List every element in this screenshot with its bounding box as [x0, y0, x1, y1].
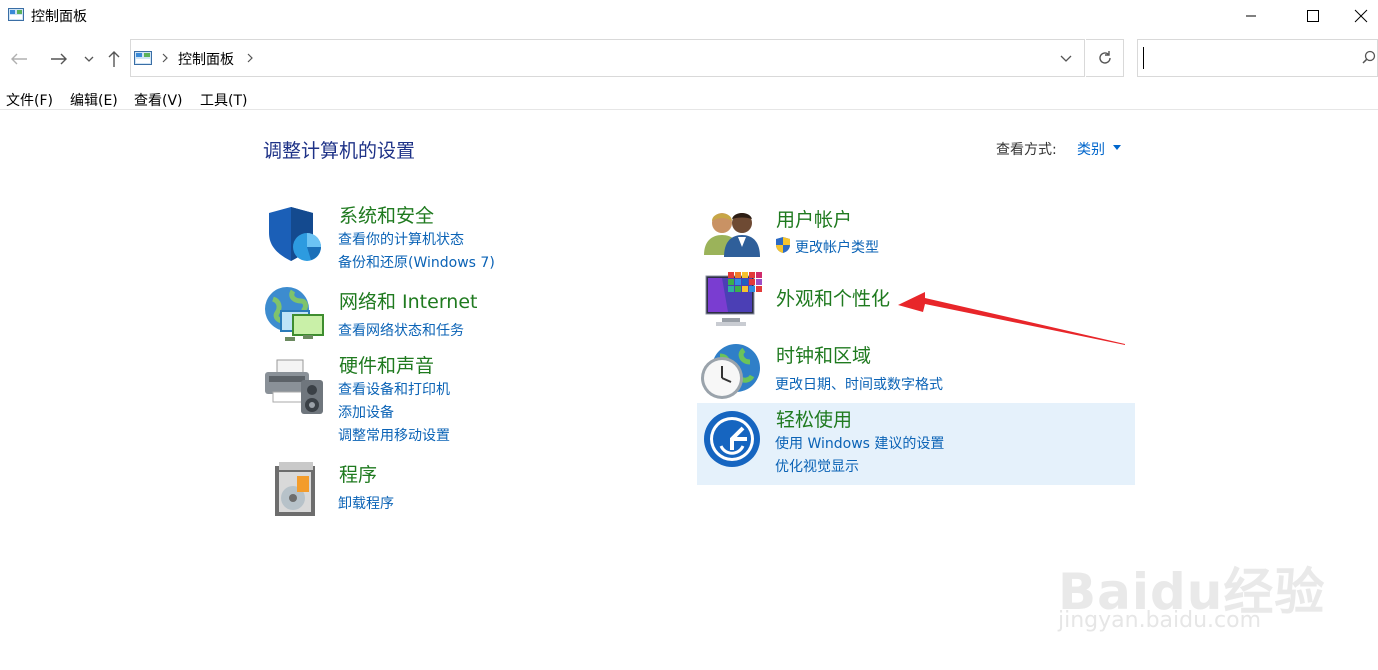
recent-locations-button[interactable] — [78, 46, 100, 72]
category-system-security[interactable]: 系统和安全 — [339, 201, 434, 228]
network-globe-icon — [265, 287, 324, 341]
window-title: 控制面板 — [31, 9, 87, 25]
forward-arrow-icon — [51, 53, 67, 65]
programs-icon — [275, 462, 315, 516]
shield-icon — [269, 207, 321, 261]
user-accounts-icon — [704, 213, 760, 257]
minimize-icon — [1246, 15, 1256, 17]
category-appearance-personalization[interactable]: 外观和个性化 — [776, 284, 890, 311]
up-arrow-icon — [108, 51, 120, 67]
ease-of-access-icon — [704, 411, 760, 467]
category-user-accounts[interactable]: 用户帐户 — [776, 205, 852, 232]
category-clock-region[interactable]: 时钟和区域 — [776, 341, 871, 368]
menu-tools[interactable]: 工具(T) — [200, 90, 247, 110]
maximize-icon — [1307, 10, 1319, 22]
link-backup-restore[interactable]: 备份和还原(Windows 7) — [338, 252, 495, 272]
printer-speaker-icon — [265, 359, 323, 414]
address-bar[interactable] — [130, 39, 1085, 77]
back-arrow-icon — [11, 53, 27, 65]
link-network-status[interactable]: 查看网络状态和任务 — [338, 320, 464, 340]
link-change-date-time-format[interactable]: 更改日期、时间或数字格式 — [775, 374, 943, 394]
view-by-label: 查看方式: — [996, 142, 1057, 158]
close-icon — [1354, 9, 1368, 23]
chevron-right-icon[interactable] — [246, 53, 254, 63]
text-caret — [1143, 47, 1144, 69]
link-view-computer-status[interactable]: 查看你的计算机状态 — [338, 229, 464, 249]
menu-view[interactable]: 查看(V) — [134, 90, 183, 110]
view-by-dropdown[interactable]: 类别 — [1077, 139, 1105, 159]
up-button[interactable] — [103, 46, 125, 72]
control-panel-icon — [8, 8, 24, 21]
category-ease-of-access[interactable]: 轻松使用 — [776, 405, 852, 432]
baidu-watermark-url: jingyan.baidu.com — [1058, 608, 1262, 633]
maximize-button[interactable] — [1290, 0, 1336, 32]
refresh-button[interactable] — [1086, 39, 1124, 77]
category-hardware-sound[interactable]: 硬件和声音 — [339, 351, 434, 378]
link-uninstall-program[interactable]: 卸载程序 — [338, 493, 394, 513]
page-title: 调整计算机的设置 — [263, 140, 416, 162]
annotation-arrow — [898, 292, 1125, 345]
chevron-down-icon — [84, 56, 94, 62]
uac-shield-icon — [776, 237, 790, 253]
link-optimize-visual-display[interactable]: 优化视觉显示 — [775, 456, 859, 476]
minimize-button[interactable] — [1228, 0, 1274, 32]
breadcrumb-control-panel[interactable]: 控制面板 — [178, 49, 234, 69]
link-change-account-type[interactable]: 更改帐户类型 — [795, 237, 879, 257]
back-button[interactable] — [8, 46, 30, 72]
menu-file[interactable]: 文件(F) — [6, 90, 53, 110]
link-add-device[interactable]: 添加设备 — [338, 402, 394, 422]
address-dropdown-icon[interactable] — [1060, 55, 1072, 63]
title-bar — [0, 0, 1378, 32]
clock-globe-icon — [701, 344, 760, 399]
menu-edit[interactable]: 编辑(E) — [70, 90, 118, 110]
category-network-internet[interactable]: 网络和 Internet — [339, 287, 477, 314]
forward-button[interactable] — [48, 46, 70, 72]
chevron-right-icon[interactable] — [161, 53, 169, 63]
search-icon[interactable] — [1362, 50, 1376, 64]
caret-down-icon[interactable] — [1113, 145, 1121, 150]
link-mobility-settings[interactable]: 调整常用移动设置 — [338, 425, 450, 445]
control-panel-icon — [134, 51, 152, 65]
link-recommended-settings[interactable]: 使用 Windows 建议的设置 — [775, 433, 944, 453]
close-button[interactable] — [1344, 0, 1378, 32]
search-input[interactable] — [1137, 39, 1378, 77]
link-devices-printers[interactable]: 查看设备和打印机 — [338, 379, 450, 399]
category-programs[interactable]: 程序 — [339, 460, 377, 487]
refresh-icon — [1098, 51, 1111, 64]
appearance-monitor-icon — [705, 272, 762, 326]
